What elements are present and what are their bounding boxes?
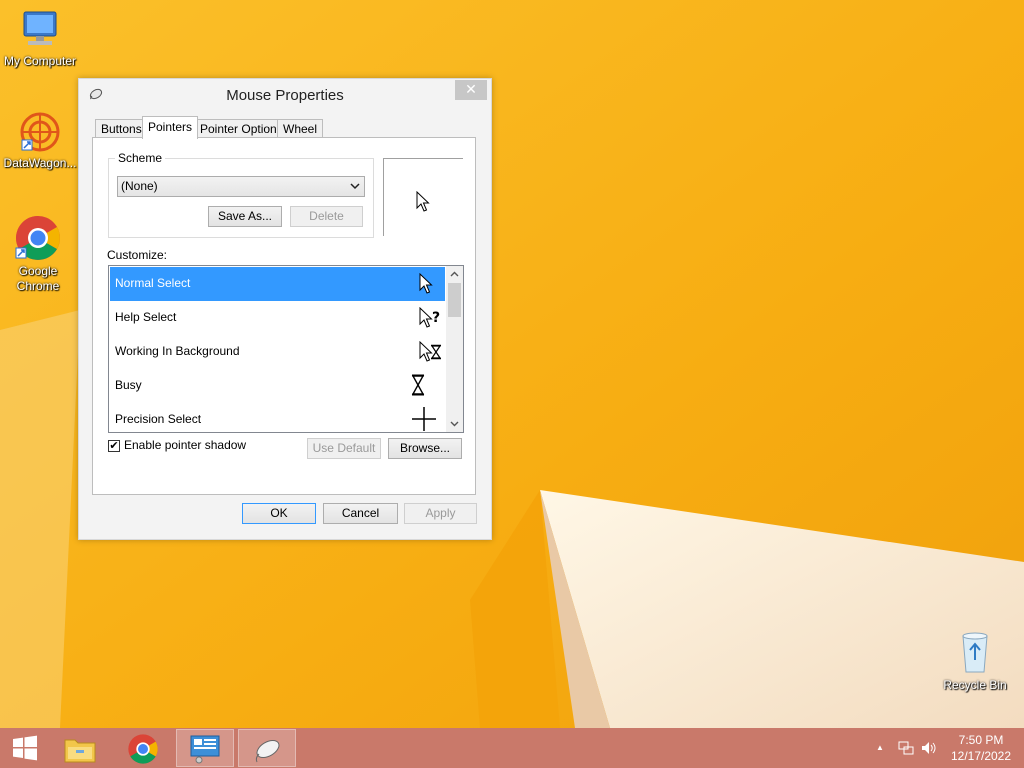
browse-button[interactable]: Browse... [388,438,462,459]
mouse-properties-window: Mouse Properties ✕ Buttons Pointers Poin… [78,78,492,540]
pointer-label: Precision Select [115,412,202,426]
taskbar: ▲ 7:50 PM 12/17/2022 [0,728,1024,768]
enable-pointer-shadow-label: Enable pointer shadow [124,438,247,452]
network-icon[interactable] [898,740,914,756]
list-item[interactable]: Normal Select [110,267,445,301]
taskbar-google-chrome[interactable] [114,729,172,767]
scheme-dropdown[interactable]: (None) [117,176,365,197]
arrow-cursor-icon [416,191,430,212]
cancel-button[interactable]: Cancel [323,503,398,524]
desktop-icon-label: DataWagon... [3,156,77,170]
chevron-down-icon [350,179,360,198]
taskbar-mouse-properties[interactable] [238,729,296,767]
taskbar-file-explorer[interactable] [52,729,110,767]
scheme-selected-value: (None) [121,179,158,193]
control-panel-icon [190,735,220,764]
mouse-icon [255,739,280,763]
hourglass-cursor-icon [411,374,425,396]
scheme-legend: Scheme [115,151,166,165]
desktop-icon-label: Recycle Bin [943,678,1007,692]
volume-icon[interactable] [921,740,937,756]
taskbar-control-panel[interactable] [176,729,234,767]
clock[interactable]: 7:50 PM 12/17/2022 [944,732,1018,764]
scroll-thumb[interactable] [448,283,461,317]
tab-pointer-options[interactable]: Pointer Options [194,119,289,138]
pointer-label: Busy [115,378,142,392]
pointer-preview [383,158,463,236]
desktop-icon-google-chrome[interactable]: Google Chrome [0,214,78,294]
tab-wheel[interactable]: Wheel [277,119,324,138]
ok-button[interactable]: OK [242,503,316,524]
show-hidden-icons-button[interactable]: ▲ [876,743,884,752]
desktop-icon-label: Google Chrome [16,264,60,293]
title-bar[interactable]: Mouse Properties ✕ [79,79,491,109]
desktop-icon-my-computer[interactable]: My Computer [0,8,80,69]
apply-button[interactable]: Apply [404,503,477,524]
close-button[interactable]: ✕ [455,80,487,100]
clock-date: 12/17/2022 [950,749,1012,763]
tab-buttons[interactable]: Buttons [95,119,148,138]
tab-pointers[interactable]: Pointers [142,116,199,139]
customize-label: Customize: [107,248,168,262]
list-item[interactable]: Working In Background [110,335,445,369]
recycle-bin-icon [962,632,988,673]
pointer-label: Normal Select [115,276,191,290]
clock-time: 7:50 PM [958,733,1004,747]
desktop-icon-datawagon[interactable]: DataWagon... [0,110,80,171]
window-title: Mouse Properties [226,87,344,104]
list-item[interactable]: Precision Select [110,403,445,432]
pointer-label: Help Select [115,310,177,324]
svg-text:?: ? [432,310,440,326]
chevron-up-icon[interactable] [446,266,463,283]
pointer-list[interactable]: Normal Select Help Select ? Working In B… [108,265,464,433]
use-default-button[interactable]: Use Default [307,438,381,459]
desktop-icon-label: My Computer [3,54,77,68]
list-item[interactable]: Busy [110,369,445,403]
desktop-icon-recycle-bin[interactable]: Recycle Bin [935,630,1015,693]
computer-icon [23,11,57,45]
help-cursor-icon: ? [419,307,440,328]
delete-button[interactable]: Delete [290,206,363,227]
start-button[interactable] [0,729,50,767]
pointer-label: Working In Background [115,344,240,358]
enable-pointer-shadow-checkbox[interactable]: ✔ [108,440,120,452]
datawagon-icon [20,112,60,152]
pointer-list-scrollbar[interactable] [446,266,463,432]
arrow-cursor-icon [419,273,433,294]
chrome-icon [128,734,158,764]
scheme-group: Scheme (None) Save As... Delete [108,151,374,238]
chrome-icon [15,216,60,260]
crosshair-cursor-icon [412,407,436,431]
chevron-down-icon[interactable] [446,415,463,432]
working-cursor-icon [419,341,442,362]
save-as-button[interactable]: Save As... [208,206,282,227]
pointers-tab-panel: Scheme (None) Save As... Delete Customiz… [92,137,476,495]
list-item[interactable]: Help Select ? [110,301,445,335]
windows-logo-icon [13,735,37,761]
folder-icon [64,739,96,763]
